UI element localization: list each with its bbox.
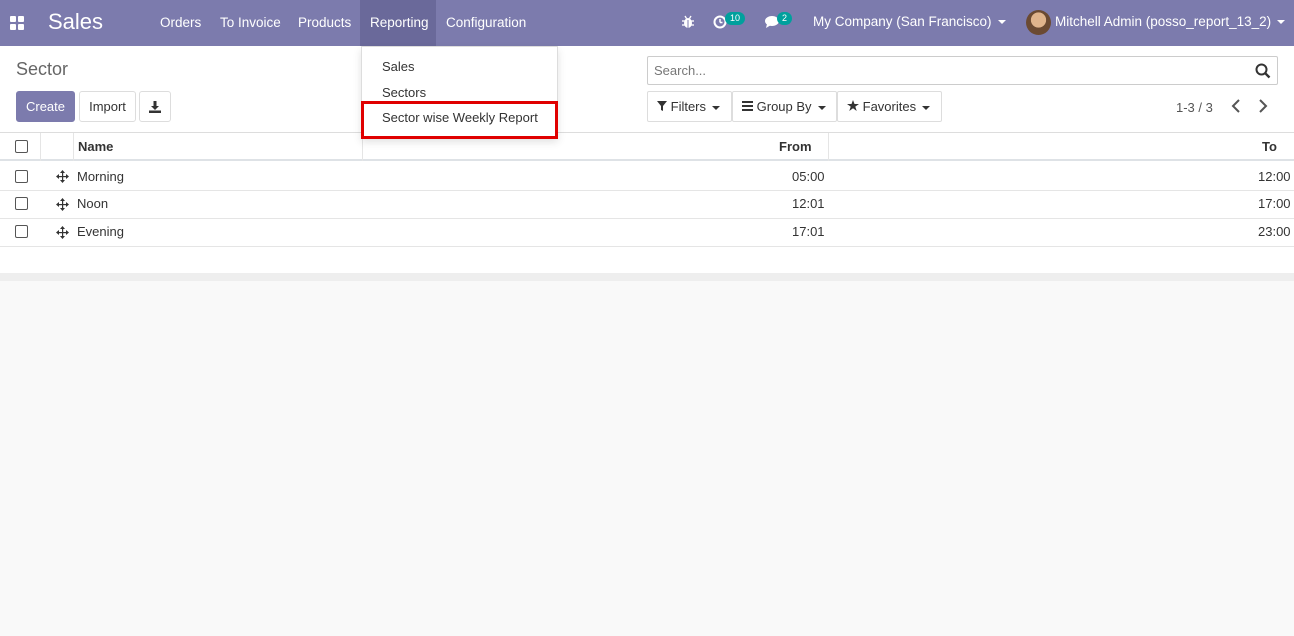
menu-orders[interactable]: Orders <box>150 0 211 46</box>
list-icon <box>742 101 753 111</box>
drag-handle-icon[interactable] <box>56 198 69 211</box>
favorites-button[interactable]: Favorites <box>837 91 942 122</box>
user-menu[interactable]: Mitchell Admin (posso_report_13_2) <box>1055 14 1286 29</box>
table-row[interactable]: Morning 05:00 12:00 <box>0 163 1294 191</box>
filters-button[interactable]: Filters <box>647 91 732 122</box>
bug-icon[interactable] <box>681 15 695 29</box>
column-header-to[interactable]: To <box>1262 139 1277 154</box>
cell-to: 12:00 <box>1258 169 1291 184</box>
chevron-right-icon[interactable] <box>1255 96 1271 116</box>
caret-down-icon <box>922 105 931 110</box>
user-avatar[interactable] <box>1026 10 1051 35</box>
user-name: Mitchell Admin (posso_report_13_2) <box>1055 14 1272 29</box>
group-by-label: Group By <box>756 99 812 114</box>
breadcrumb: Sector <box>16 59 69 79</box>
search-input[interactable] <box>648 57 1238 83</box>
cell-to: 23:00 <box>1258 224 1291 239</box>
cell-from: 12:01 <box>792 196 825 211</box>
cell-from: 05:00 <box>792 169 825 184</box>
favorites-label: Favorites <box>862 99 917 114</box>
group-by-button[interactable]: Group By <box>732 91 837 122</box>
menu-products[interactable]: Products <box>288 0 361 46</box>
search-icon[interactable] <box>1255 63 1271 79</box>
menu-to-invoice[interactable]: To Invoice <box>210 0 291 46</box>
select-all-checkbox[interactable] <box>15 140 28 153</box>
search-bar <box>647 56 1278 85</box>
column-header-from[interactable]: From <box>779 139 812 154</box>
control-panel: Sector Create Import Filters Group By Fa… <box>0 46 1294 133</box>
chevron-left-icon[interactable] <box>1228 96 1244 116</box>
column-header-name[interactable]: Name <box>78 139 113 154</box>
app-title[interactable]: Sales <box>48 9 103 35</box>
menu-reporting[interactable]: Reporting <box>360 0 436 46</box>
company-switcher[interactable]: My Company (San Francisco) <box>813 14 1006 29</box>
activity-count-badge: 10 <box>725 12 746 25</box>
cell-to: 17:00 <box>1258 196 1291 211</box>
row-checkbox[interactable] <box>15 225 28 238</box>
list-view: Name From To Morning 05:00 12:00 Noon 12… <box>0 133 1294 281</box>
caret-down-icon <box>712 105 721 110</box>
caret-down-icon <box>1277 20 1286 25</box>
table-row[interactable]: Evening 17:01 23:00 <box>0 219 1294 247</box>
drag-handle-icon[interactable] <box>56 226 69 239</box>
top-navbar: Sales Orders To Invoice Products Reporti… <box>0 0 1294 46</box>
filter-icon <box>657 101 667 111</box>
row-checkbox[interactable] <box>15 197 28 210</box>
cell-name: Noon <box>77 196 109 211</box>
messages-count-badge: 2 <box>777 12 793 25</box>
download-icon <box>149 101 161 113</box>
company-name: My Company (San Francisco) <box>813 14 992 29</box>
create-button[interactable]: Create <box>16 91 75 122</box>
cell-name: Evening <box>77 224 124 239</box>
table-row[interactable]: Noon 12:01 17:00 <box>0 191 1294 219</box>
drag-handle-icon[interactable] <box>56 170 69 183</box>
cell-from: 17:01 <box>792 224 825 239</box>
export-button[interactable] <box>139 91 171 122</box>
highlight-annotation <box>361 101 558 139</box>
dropdown-item-sales[interactable]: Sales <box>382 59 415 74</box>
cell-name: Morning <box>77 169 124 184</box>
row-checkbox[interactable] <box>15 170 28 183</box>
filters-label: Filters <box>670 99 707 114</box>
apps-menu-icon[interactable] <box>10 16 24 30</box>
menu-configuration[interactable]: Configuration <box>436 0 536 46</box>
dropdown-item-sectors[interactable]: Sectors <box>382 85 426 100</box>
import-button[interactable]: Import <box>79 91 136 122</box>
star-icon <box>847 100 859 111</box>
table-header: Name From To <box>0 133 1294 161</box>
pager-value[interactable]: 1-3 / 3 <box>1176 100 1213 115</box>
caret-down-icon <box>817 105 826 110</box>
caret-down-icon <box>997 20 1006 25</box>
